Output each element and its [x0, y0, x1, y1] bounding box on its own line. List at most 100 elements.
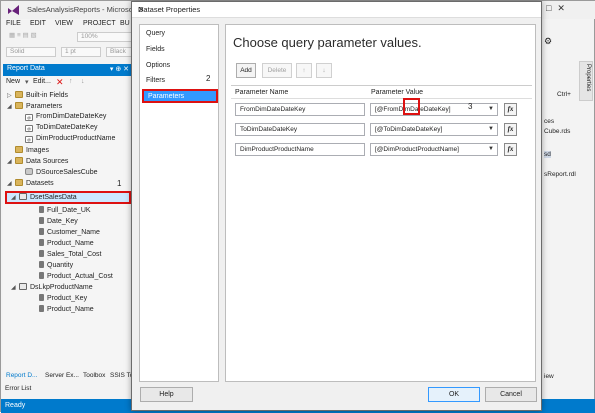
collapsed-arrow-icon[interactable]: ▷	[7, 92, 15, 99]
field-icon	[39, 250, 44, 257]
tree-label: Datasets	[26, 180, 54, 187]
tree-images[interactable]: Images	[7, 146, 49, 154]
tree-label: Images	[26, 147, 49, 154]
param-name-field[interactable]: FromDimDateDateKey	[235, 103, 365, 116]
nav-parameters[interactable]: Parameters	[142, 89, 218, 103]
nav-fields[interactable]: Fields	[146, 46, 165, 53]
tree-dataset-dsetsalesdata[interactable]: ◢ DsetSalesData	[11, 193, 77, 201]
move-up-button[interactable]: ↑	[296, 63, 312, 78]
expanded-arrow-icon[interactable]: ◢	[7, 158, 15, 165]
toolbar-format-buttons[interactable]: ▦ ≡ ▤ ▧	[6, 32, 61, 42]
tree-label: DsetSalesData	[30, 194, 77, 201]
nav-filters[interactable]: Filters	[146, 77, 165, 84]
menu-edit[interactable]: EDIT	[30, 20, 46, 27]
param-value-text: [@DimProductProductName]	[375, 146, 459, 153]
tree-label: DimProductProductName	[36, 135, 116, 142]
expanded-arrow-icon[interactable]: ◢	[7, 180, 15, 187]
tree-field[interactable]: Date_Key	[39, 217, 78, 225]
tree-field[interactable]: Customer_Name	[39, 228, 100, 236]
tab-report-data[interactable]: Report D...	[6, 372, 37, 379]
tree-label: Quantity	[47, 262, 74, 269]
tree-builtin-fields[interactable]: ▷ Built-in Fields	[7, 91, 68, 99]
tree-param-item[interactable]: @ DimProductProductName	[25, 135, 115, 143]
expression-button[interactable]: fx	[504, 123, 517, 136]
status-text: Ready	[5, 402, 26, 409]
new-button[interactable]: New	[6, 78, 20, 85]
expanded-arrow-icon[interactable]: ◢	[7, 103, 15, 110]
param-value-text: [@ToDimDateDateKey]	[375, 126, 443, 133]
tree-field[interactable]: Product_Name	[39, 305, 94, 313]
add-button[interactable]: Add	[236, 63, 256, 78]
search-hint[interactable]: Ctrl+	[557, 91, 571, 98]
tree-datasets[interactable]: ◢ Datasets	[7, 179, 54, 187]
properties-side-tab[interactable]: Properties	[579, 61, 593, 101]
dialog-content: Choose query parameter values. Add Delet…	[225, 24, 536, 382]
expanded-arrow-icon[interactable]: ◢	[11, 284, 19, 291]
param-name-field[interactable]: ToDimDateDateKey	[235, 123, 365, 136]
tree-data-sources[interactable]: ◢ Data Sources	[7, 157, 68, 165]
tree-label: ToDimDateDateKey	[36, 124, 98, 131]
move-down-button[interactable]: ↓	[316, 63, 332, 78]
nav-query[interactable]: Query	[146, 30, 165, 37]
chevron-down-icon[interactable]: ▼	[488, 126, 494, 132]
solution-item[interactable]: iew	[544, 373, 554, 380]
param-value-combo[interactable]: [@DimProductProductName] ▼	[370, 143, 498, 156]
menu-build[interactable]: BU	[120, 20, 130, 27]
delete-button[interactable]: Delete	[262, 63, 292, 78]
move-down-icon[interactable]: ↓	[81, 78, 85, 85]
tree-field[interactable]: Product_Name	[39, 239, 94, 247]
param-value-combo[interactable]: [@ToDimDateDateKey] ▼	[370, 123, 498, 136]
move-up-icon[interactable]: ↑	[69, 78, 73, 85]
cancel-button[interactable]: Cancel	[485, 387, 537, 402]
tree-parameters[interactable]: ◢ Parameters	[7, 102, 62, 110]
help-button[interactable]: Help	[140, 387, 193, 402]
solution-item[interactable]: Cube.rds	[544, 128, 570, 135]
solution-item[interactable]: sd	[544, 151, 551, 158]
tree-field[interactable]: Full_Date_UK	[39, 206, 91, 214]
tree-field[interactable]: Product_Key	[39, 294, 87, 302]
tree-param-item[interactable]: @ ToDimDateDateKey	[25, 124, 97, 132]
chevron-down-icon[interactable]: ▼	[488, 146, 494, 152]
tree-field[interactable]: Quantity	[39, 261, 73, 269]
error-list-tab[interactable]: Error List	[5, 385, 31, 392]
folder-icon	[15, 102, 23, 109]
expanded-arrow-icon[interactable]: ◢	[11, 194, 19, 201]
zoom-box[interactable]: 100%	[77, 32, 132, 42]
chevron-down-icon[interactable]: ▼	[488, 106, 494, 112]
nav-parameters-label: Parameters	[148, 93, 185, 100]
tree-field[interactable]: Sales_Total_Cost	[39, 250, 101, 258]
pin-icon[interactable]: ▾ ⊕ ✕	[110, 65, 129, 73]
folder-icon	[15, 91, 23, 98]
line-width-select[interactable]: 1 pt	[61, 47, 101, 57]
param-value-combo[interactable]: [@FromDimDateDateKey] ▼	[370, 103, 498, 116]
menu-file[interactable]: FILE	[6, 20, 21, 27]
table-icon	[19, 283, 27, 290]
close-icon[interactable]: ✕	[138, 5, 535, 14]
tree-label: Product_Key	[47, 295, 88, 302]
tree-param-item[interactable]: @ FromDimDateDateKey	[25, 113, 106, 121]
tree-dataset-dslkpproductname[interactable]: ◢ DsLkpProductName	[11, 283, 93, 291]
new-dropdown-icon[interactable]: ▾	[25, 78, 29, 86]
tab-server-explorer[interactable]: Server Ex...	[45, 372, 79, 379]
delete-icon[interactable]: ✕	[56, 77, 64, 88]
menu-view[interactable]: VIEW	[55, 20, 73, 27]
edit-button[interactable]: Edit...	[33, 78, 51, 85]
expression-button[interactable]: fx	[504, 103, 517, 116]
callout-1: 1	[117, 179, 122, 188]
parameter-icon: @	[25, 114, 33, 121]
pin-icon[interactable]: ⚙	[544, 36, 552, 47]
tree-label: DsLkpProductName	[30, 284, 93, 291]
menu-project[interactable]: PROJECT	[83, 20, 116, 27]
tab-toolbox[interactable]: Toolbox	[83, 372, 105, 379]
nav-options[interactable]: Options	[146, 62, 170, 69]
param-name-field[interactable]: DimProductProductName	[235, 143, 365, 156]
line-style-select[interactable]: Solid	[6, 47, 56, 57]
tree-data-source-item[interactable]: DSourceSalesCube	[25, 168, 97, 176]
solution-item[interactable]: ces	[544, 118, 554, 125]
tree-label: Built-in Fields	[26, 92, 69, 99]
solution-item[interactable]: sReport.rdl	[544, 171, 576, 178]
expression-button[interactable]: fx	[504, 143, 517, 156]
tree-field[interactable]: Product_Actual_Cost	[39, 272, 113, 280]
bottom-tool-tabs: Report D... Server Ex... Toolbox SSIS To…	[3, 371, 143, 382]
ok-button[interactable]: OK	[428, 387, 480, 402]
